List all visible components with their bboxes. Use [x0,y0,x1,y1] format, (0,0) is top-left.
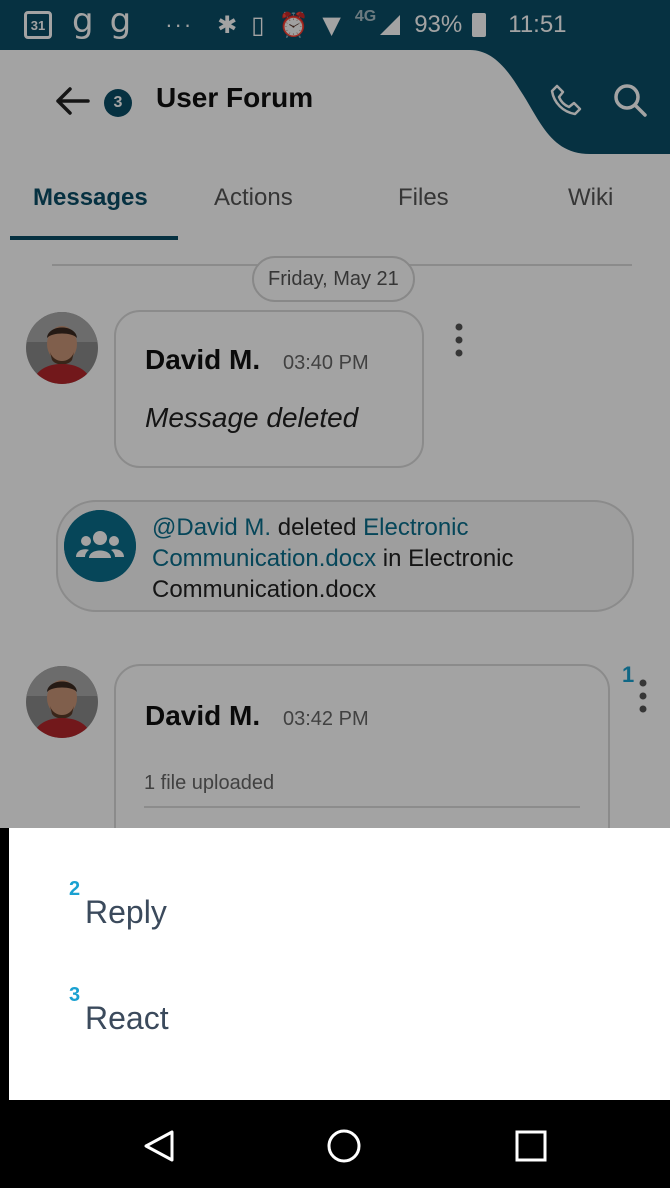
react-option[interactable]: 3 React [9,978,670,1058]
reply-label: Reply [85,894,167,930]
home-icon[interactable] [324,1126,364,1166]
system-nav-bar [0,1100,670,1188]
modal-backdrop[interactable] [0,0,670,828]
react-label: React [85,1000,169,1036]
recents-icon[interactable] [511,1126,551,1166]
option-marker: 3 [69,984,81,1006]
back-icon[interactable] [140,1126,180,1166]
sheet-left-edge [0,828,9,1100]
screen: 31 g g ··· ✱ ▯ ⏰ ▼ 4G 93% 11:51 3 User F… [0,0,670,1188]
action-sheet: 2 Reply 3 React [9,828,670,1100]
option-marker: 2 [69,878,81,900]
reply-option[interactable]: 2 Reply [9,872,670,952]
